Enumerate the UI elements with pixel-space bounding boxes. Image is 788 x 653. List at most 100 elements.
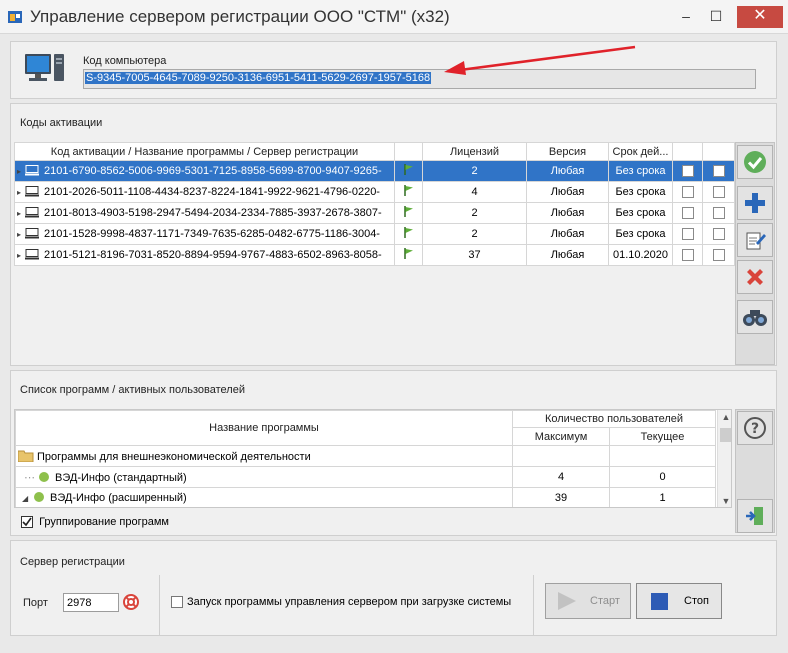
port-label: Порт <box>23 597 48 609</box>
autostart-checkbox-box[interactable] <box>171 596 183 609</box>
scroll-up-icon[interactable]: ▲ <box>718 410 731 424</box>
expand-arrow-icon[interactable]: ▸ <box>17 167 25 176</box>
licenses-cell: 4 <box>422 181 527 203</box>
col-expiry-header[interactable]: Срок дей... <box>608 142 673 161</box>
window-title: Управление сервером регистрации ООО "СТМ… <box>30 7 450 26</box>
expiry-cell: 01.10.2020 <box>608 244 673 266</box>
maximize-button[interactable]: ☐ <box>705 6 727 28</box>
delete-button[interactable] <box>737 260 773 294</box>
binoculars-icon <box>743 310 767 326</box>
title-bar[interactable]: Управление сервером регистрации ООО "СТМ… <box>0 0 788 34</box>
grouping-checkbox-box[interactable] <box>21 516 33 529</box>
check-icon <box>744 151 766 173</box>
help-button[interactable]: ? <box>737 411 773 445</box>
svg-text:?: ? <box>751 421 759 437</box>
autostart-checkbox[interactable]: Запуск программы управления сервером при… <box>171 596 512 609</box>
computer-icon <box>25 207 39 218</box>
confirm-button[interactable] <box>737 145 773 179</box>
expand-arrow-icon[interactable]: ▸ <box>17 251 25 260</box>
minimize-button[interactable]: – <box>675 6 697 28</box>
computer-icon <box>25 249 39 260</box>
lifebuoy-icon[interactable] <box>123 594 139 610</box>
activation-row[interactable]: ▸ 2101-2026-5011-1108-4434-8237-8224-1841… <box>14 181 735 203</box>
port-input[interactable] <box>63 593 119 612</box>
version-cell: Любая <box>526 202 609 224</box>
version-cell: Любая <box>526 244 609 266</box>
col-current-header[interactable]: Текущее <box>609 427 716 446</box>
autostart-label: Запуск программы управления сервером при… <box>187 596 512 608</box>
program-group-row[interactable]: Программы для внешнеэкономической деятел… <box>15 445 716 467</box>
scroll-thumb[interactable] <box>720 428 731 442</box>
activation-row[interactable]: ▸ 2101-5121-8196-7031-8520-8894-9594-9767… <box>14 244 735 266</box>
row-checkbox[interactable] <box>712 228 725 241</box>
flag-icon <box>403 227 413 238</box>
computer-code-label: Код компьютера <box>83 55 167 67</box>
activation-codes-title: Коды активации <box>20 117 103 129</box>
row-checkbox[interactable] <box>681 165 694 178</box>
licenses-cell: 2 <box>422 160 527 182</box>
expand-arrow-icon[interactable]: ▸ <box>17 188 25 197</box>
expiry-cell: Без срока <box>608 223 673 245</box>
row-checkbox[interactable] <box>712 186 725 199</box>
activation-row[interactable]: ▸ 2101-6790-8562-5006-9969-5301-7125-8958… <box>14 160 735 182</box>
row-checkbox[interactable] <box>712 249 725 262</box>
stop-label: Стоп <box>684 595 709 607</box>
play-icon <box>558 592 576 610</box>
flag-icon <box>403 164 413 175</box>
row-checkbox[interactable] <box>681 207 694 220</box>
col-program-name-header[interactable]: Название программы <box>15 410 513 446</box>
separator <box>533 575 534 635</box>
edit-button[interactable] <box>737 223 773 257</box>
row-checkbox[interactable] <box>681 249 694 262</box>
licenses-cell: 37 <box>422 244 527 266</box>
col-code-header[interactable]: Код активации / Название программы / Сер… <box>14 142 395 161</box>
activation-codes-panel: Коды активации Код активации / Название … <box>10 103 777 366</box>
col-check1-header[interactable] <box>672 142 703 161</box>
stop-button[interactable]: Стоп <box>636 583 722 619</box>
expand-arrow-icon[interactable]: ▸ <box>17 230 25 239</box>
grouping-label: Группирование программ <box>39 516 169 528</box>
activation-code: 2101-2026-5011-1108-4434-8237-8224-1841-… <box>44 186 380 198</box>
start-button[interactable]: Старт <box>545 583 631 619</box>
row-checkbox[interactable] <box>681 186 694 199</box>
find-button[interactable] <box>737 300 773 334</box>
licenses-cell: 2 <box>422 202 527 224</box>
activation-row[interactable]: ▸ 2101-8013-4903-5198-2947-5494-2034-2334… <box>14 202 735 224</box>
activation-code: 2101-8013-4903-5198-2947-5494-2034-2334-… <box>44 207 382 219</box>
logout-user-button[interactable] <box>737 499 773 533</box>
row-checkbox[interactable] <box>712 207 725 220</box>
status-dot-icon <box>39 471 49 482</box>
col-version-header[interactable]: Версия <box>526 142 609 161</box>
expand-arrow-icon[interactable]: ▸ <box>17 209 25 218</box>
programs-scrollbar[interactable]: ▲ ▼ <box>717 410 731 507</box>
computer-code-field[interactable]: S-9345-7005-4645-7089-9250-3136-6951-541… <box>83 69 756 89</box>
program-row[interactable]: ◢ ВЭД-Инфо (расширенный) 39 1 <box>15 487 716 507</box>
program-name: ВЭД-Инфо (стандартный) <box>55 471 187 484</box>
licenses-cell: 2 <box>422 223 527 245</box>
col-users-header[interactable]: Количество пользователей <box>512 410 716 428</box>
activation-row[interactable]: ▸ 2101-1528-9998-4837-1171-7349-7635-6285… <box>14 223 735 245</box>
plus-icon <box>745 193 765 213</box>
row-checkbox[interactable] <box>712 165 725 178</box>
scroll-down-icon[interactable]: ▼ <box>718 494 731 507</box>
status-dot-icon <box>34 492 44 502</box>
computer-icon <box>25 165 39 176</box>
col-licenses-header[interactable]: Лицензий <box>422 142 527 161</box>
close-button[interactable]: ✕ <box>737 6 783 28</box>
grouping-checkbox[interactable]: Группирование программ <box>21 516 169 529</box>
programs-grid: Название программы Количество пользовате… <box>14 409 732 508</box>
program-row[interactable]: ⋯ ВЭД-Инфо (стандартный) 4 0 <box>15 466 716 488</box>
col-flag-header[interactable] <box>394 142 423 161</box>
delete-icon <box>747 269 763 285</box>
computer-icon <box>25 54 64 81</box>
help-icon: ? <box>744 417 766 439</box>
server-panel: Сервер регистрации Порт Запуск программы… <box>10 540 777 636</box>
stop-icon <box>651 592 668 610</box>
folder-icon <box>18 450 34 462</box>
program-max: 39 <box>512 487 610 507</box>
col-check2-header[interactable] <box>702 142 735 161</box>
app-icon <box>8 11 22 23</box>
col-max-header[interactable]: Максимум <box>512 427 610 446</box>
add-button[interactable] <box>737 186 773 220</box>
row-checkbox[interactable] <box>681 228 694 241</box>
